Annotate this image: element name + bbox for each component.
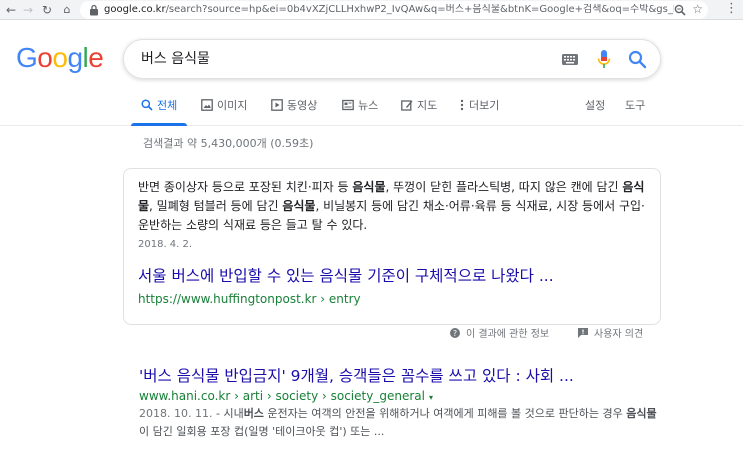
result-stats: 검색결과 약 5,430,000개 (0.59초) [143,137,314,150]
tab-videos[interactable]: 동영상 [271,98,317,122]
search-box[interactable]: 버스 음식물 [123,39,661,79]
logo-letter: G [16,42,38,73]
url-text[interactable]: google.co.kr/search?source=hp&ei=0b4vXZj… [104,4,674,16]
feedback-link[interactable]: 사용자 의견 [578,328,643,341]
home-icon[interactable]: ⌂ [59,2,75,18]
snippet-date: 2018. 4. 2. [138,239,193,250]
result-snippet: 2018. 10. 11. - 시내버스 운전자는 여객의 안전을 위해하거나 … [139,407,657,438]
map-icon [401,100,413,111]
zoom-icon[interactable] [674,4,686,16]
image-icon [201,99,213,111]
text-segment: 반면 종이상자 등으로 포장된 치킨·피자 등 [138,180,353,194]
svg-text:?: ? [453,329,457,338]
logo-letter: g [67,42,83,73]
logo-letter: o [52,42,68,73]
browser-menu-icon[interactable]: ⋮ [725,1,738,16]
browser-toolbar: ← → ↻ ⌂ google.co.kr/search?source=hp&ei… [0,0,743,20]
text-segment: - 시내 [212,407,244,420]
logo-letter: e [88,42,104,73]
google-logo[interactable]: Google [16,42,104,74]
snippet-title-link[interactable]: 서울 버스에 반입할 수 있는 음식물 기준이 구체적으로 나왔다 ... [138,266,554,286]
tab-images[interactable]: 이미지 [201,98,247,122]
video-icon [271,99,283,111]
snippet-text: 반면 종이상자 등으로 포장된 치킨·피자 등 음식물, 뚜껑이 닫힌 플라스틱… [138,178,650,235]
feedback-icon [578,328,588,338]
text-segment: , 밀폐형 텀블러 등에 담긴 [149,199,283,213]
address-bar[interactable]: google.co.kr/search?source=hp&ei=0b4vXZj… [80,1,708,19]
highlight-term: 음식물 [626,407,657,420]
search-icon [141,99,153,111]
text-segment: , 뚜껑이 닫힌 플라스틱병, 따지 않은 캔에 담긴 [385,180,623,194]
highlight-term: 음식물 [282,199,316,213]
tab-tools[interactable]: 도구 [625,98,645,122]
caret-down-icon[interactable]: ▾ [429,393,433,402]
search-icon[interactable] [628,50,647,69]
tab-maps[interactable]: 지도 [401,98,437,122]
featured-snippet: 반면 종이상자 등으로 포장된 치킨·피자 등 음식물, 뚜껑이 닫힌 플라스틱… [123,168,661,325]
tab-all[interactable]: 전체 [141,98,177,122]
active-tab-indicator [131,123,187,126]
text-segment: 이 담긴 일회용 포장 컵(일명 '테이크아웃 컵') 또는 ... [139,425,385,438]
search-tabs: 전체 이미지 동영상 뉴스 지도 더보기 설정 도구 [0,94,743,126]
snippet-url[interactable]: https://www.huffingtonpost.kr › entry [138,292,361,307]
highlight-term: 버스 [243,407,264,420]
text-segment: 운전자는 여객의 안전을 위해하거나 여객에게 피해를 볼 것으로 판단하는 경… [263,407,627,420]
lock-icon [90,4,98,16]
help-icon: ? [450,328,460,338]
more-icon [460,99,464,111]
result-title-link[interactable]: '버스 음식물 반입금지' 9개월, 승객들은 꼼수를 쓰고 있다 : 사회 .… [139,366,574,386]
news-icon [342,99,354,111]
keyboard-icon[interactable] [562,54,578,65]
highlight-term: 음식물 [352,180,386,194]
microphone-icon[interactable] [597,50,611,69]
reload-icon[interactable]: ↻ [39,2,55,18]
tab-settings[interactable]: 설정 [585,98,605,122]
search-input[interactable]: 버스 음식물 [141,50,210,68]
tab-more[interactable]: 더보기 [459,98,499,122]
logo-letter: o [37,42,53,73]
forward-arrow-icon[interactable]: → [20,2,36,18]
tab-news[interactable]: 뉴스 [342,98,378,122]
about-this-result-link[interactable]: ? 이 결과에 관한 정보 [450,328,549,341]
result-url[interactable]: www.hani.co.kr › arti › society › societ… [139,389,433,405]
back-arrow-icon[interactable]: ← [3,2,19,18]
bookmark-star-icon[interactable]: ☆ [692,2,703,16]
